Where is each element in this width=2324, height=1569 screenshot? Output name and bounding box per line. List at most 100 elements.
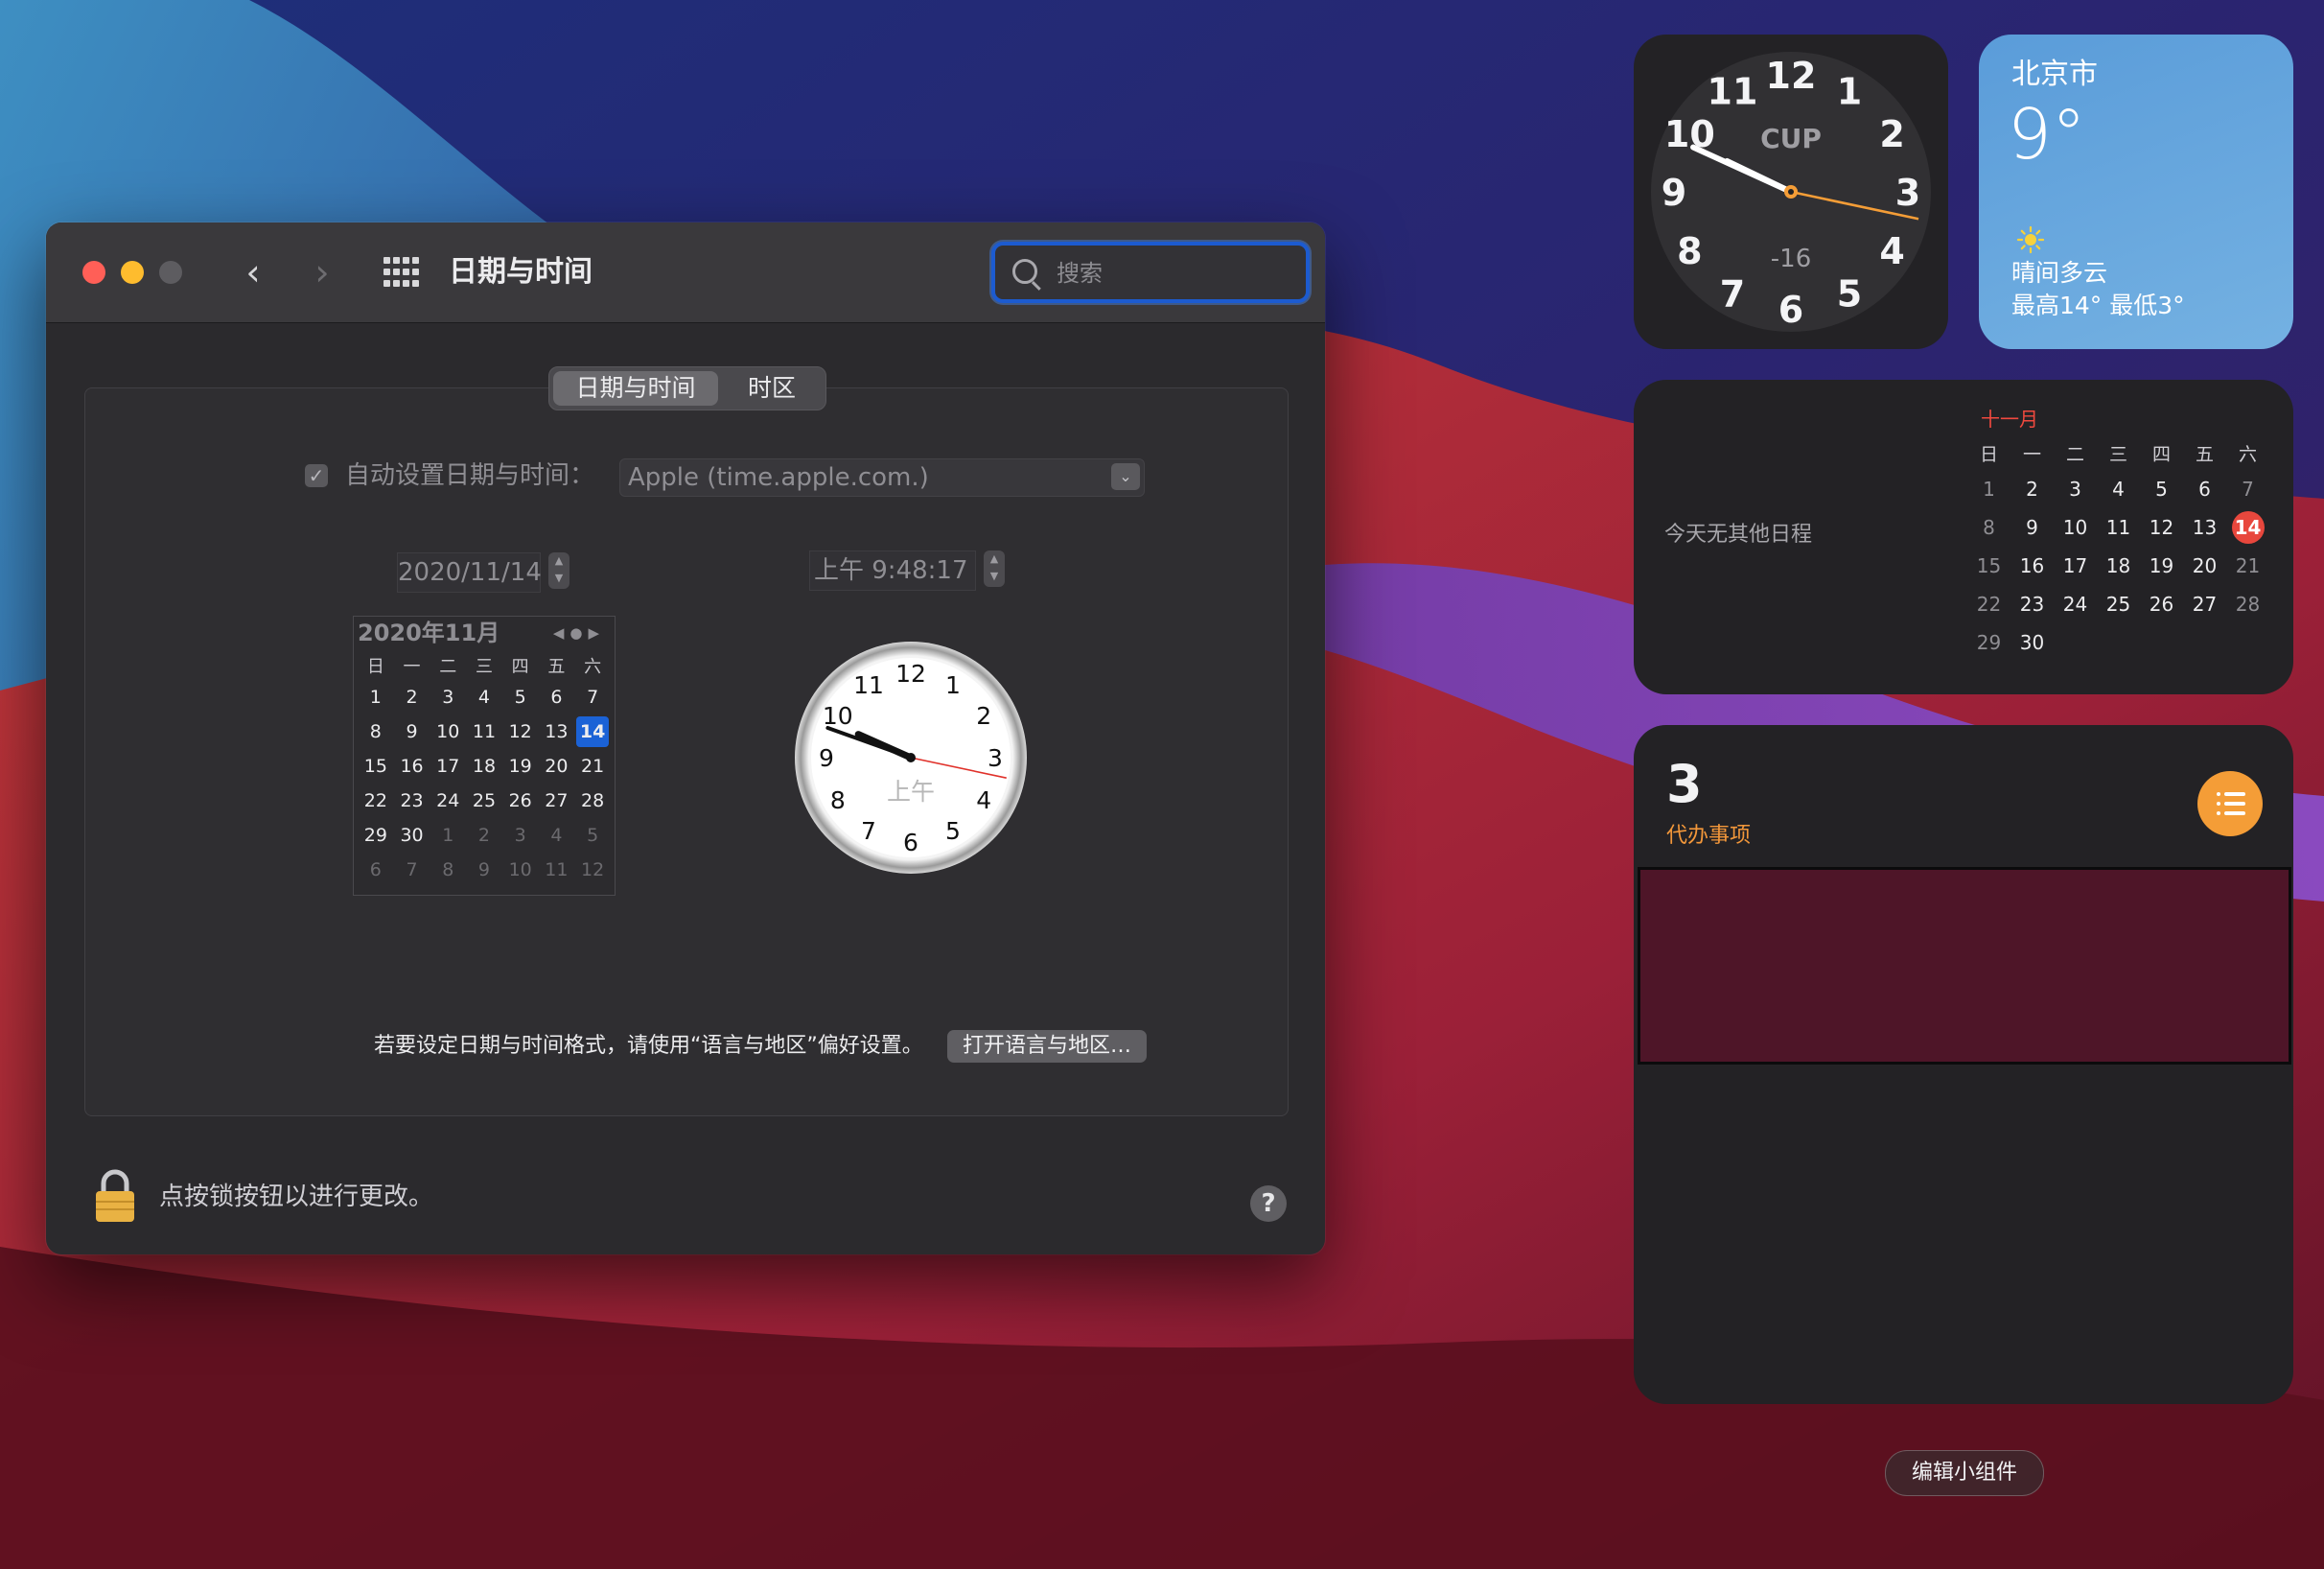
show-all-grid-icon[interactable] <box>383 257 419 288</box>
weather-widget[interactable]: 北京市 9° 晴间多云 最高14° 最低3° <box>1979 35 2293 349</box>
clock-widget[interactable]: 12 1 2 3 4 5 6 7 8 9 10 11 CUP -16 <box>1634 35 1948 349</box>
mini-calendar-day[interactable]: 4 <box>466 680 502 714</box>
forward-chevron-icon[interactable]: › <box>303 249 341 295</box>
mini-calendar-day[interactable]: 2 <box>466 818 502 853</box>
mini-calendar-day[interactable]: 10 <box>430 714 466 749</box>
widget-clock-number: 4 <box>1879 230 1904 272</box>
zoom-button[interactable] <box>159 261 182 284</box>
time-stepper[interactable]: ▲ ▼ <box>984 550 1005 587</box>
mini-calendar-day[interactable]: 29 <box>358 818 394 853</box>
mini-calendar-day[interactable]: 7 <box>574 680 611 714</box>
mini-calendar-day[interactable]: 28 <box>574 784 611 818</box>
day-number: 14 <box>576 716 610 747</box>
mini-calendar-day[interactable]: 13 <box>539 714 575 749</box>
mini-calendar-day[interactable]: 6 <box>358 853 394 887</box>
mini-calendar-day[interactable]: 30 <box>394 818 430 853</box>
mini-calendar-day[interactable]: 1 <box>358 680 394 714</box>
mini-calendar-nav[interactable]: ◀●▶ <box>553 617 605 649</box>
mini-calendar-day[interactable]: 5 <box>502 680 539 714</box>
mini-calendar-day[interactable]: 19 <box>502 749 539 784</box>
calendar-day: 22 <box>1967 585 2010 623</box>
time-field[interactable]: 上午 9:48:17 <box>809 550 976 591</box>
day-number: 10 <box>2062 516 2088 539</box>
tab-time-zone[interactable]: 时区 <box>722 367 822 410</box>
mini-calendar-day[interactable]: 22 <box>358 784 394 818</box>
mini-calendar-day[interactable]: 7 <box>394 853 430 887</box>
day-number: 27 <box>2192 593 2218 616</box>
calendar-day: 29 <box>1967 623 2010 662</box>
calendar-day: 19 <box>2140 547 2183 585</box>
day-number: 19 <box>2149 554 2174 577</box>
mini-calendar-day[interactable]: 9 <box>466 853 502 887</box>
clock-am-pm: 上午 <box>887 778 935 806</box>
mini-calendar-day[interactable]: 10 <box>502 853 539 887</box>
day-number: 24 <box>436 790 460 811</box>
mini-calendar-day[interactable]: 20 <box>539 749 575 784</box>
edit-widgets-button[interactable]: 编辑小组件 <box>1885 1450 2044 1496</box>
mini-calendar-day-selected[interactable]: 14 <box>574 714 611 749</box>
day-number: 1 <box>369 687 382 708</box>
lock-icon[interactable] <box>94 1168 136 1224</box>
mini-calendar-day[interactable]: 27 <box>539 784 575 818</box>
mini-calendar-day[interactable]: 18 <box>466 749 502 784</box>
mini-calendar-day[interactable]: 17 <box>430 749 466 784</box>
calendar-day: 17 <box>2054 547 2097 585</box>
mini-calendar-day[interactable]: 2 <box>394 680 430 714</box>
weekday-label: 一 <box>2022 443 2041 465</box>
mini-calendar-grid: 日一二三四五六 1 2 3 4 5 6 7 8 9 10 11 12 13 14 15 16 17 18 19 20 21… <box>358 651 611 887</box>
calendar-widget[interactable]: 今天无其他日程 十一月 日一二三四五六 1 2 3 4 5 6 7 8 9 10 11 12 13 14 15… <box>1634 380 2293 694</box>
calendar-day: 5 <box>2140 470 2183 508</box>
mini-calendar-day[interactable]: 25 <box>466 784 502 818</box>
mini-calendar-day[interactable]: 9 <box>394 714 430 749</box>
clock-number: 2 <box>976 702 991 730</box>
mini-calendar-day[interactable]: 26 <box>502 784 539 818</box>
calendar-day: 26 <box>2140 585 2183 623</box>
help-button[interactable]: ? <box>1250 1185 1287 1222</box>
time-value: 上午 9:48:17 <box>814 556 968 585</box>
weekday-label: 日 <box>366 657 384 677</box>
calendar-day: 6 <box>2183 470 2226 508</box>
mini-calendar-day[interactable]: 3 <box>502 818 539 853</box>
day-number: 29 <box>1976 631 2002 654</box>
mini-calendar-day[interactable]: 8 <box>430 853 466 887</box>
mini-calendar-day[interactable]: 5 <box>574 818 611 853</box>
mini-calendar-day[interactable]: 11 <box>539 853 575 887</box>
mini-calendar-day[interactable]: 23 <box>394 784 430 818</box>
mini-calendar-day[interactable]: 1 <box>430 818 466 853</box>
mini-calendar-day[interactable]: 4 <box>539 818 575 853</box>
mini-calendar-day[interactable]: 12 <box>574 853 611 887</box>
tab-date-time[interactable]: 日期与时间 <box>553 371 718 406</box>
mini-calendar-day[interactable]: 16 <box>394 749 430 784</box>
mini-calendar-day[interactable]: 8 <box>358 714 394 749</box>
minimize-button[interactable] <box>121 261 144 284</box>
time-server-select[interactable]: Apple (time.apple.com.) ⌄ <box>619 458 1145 497</box>
close-button[interactable] <box>82 261 105 284</box>
search-field[interactable] <box>991 242 1310 303</box>
day-number: 6 <box>550 687 563 708</box>
date-field[interactable]: 2020/11/14 <box>397 552 542 593</box>
analog-clock[interactable]: 12 12 3 45678 9 1011 上午 <box>794 641 1028 875</box>
mini-calendar-day[interactable]: 15 <box>358 749 394 784</box>
open-language-region-button[interactable]: 打开语言与地区… <box>947 1030 1147 1063</box>
day-number: 24 <box>2062 593 2088 616</box>
window-title: 日期与时间 <box>449 255 593 289</box>
back-chevron-icon[interactable]: ‹ <box>234 249 272 295</box>
day-number: 9 <box>477 859 490 880</box>
list-icon <box>2197 771 2263 836</box>
mini-calendar-day[interactable]: 12 <box>502 714 539 749</box>
calendar-widget-week: 22 23 24 25 26 27 28 <box>1967 585 2269 623</box>
calendar-day: 16 <box>2010 547 2054 585</box>
date-stepper[interactable]: ▲ ▼ <box>548 552 569 589</box>
mini-calendar-weekdays: 日一二三四五六 <box>358 651 611 680</box>
day-number: 5 <box>514 687 526 708</box>
mini-calendar-week: 15 16 17 18 19 20 21 <box>358 749 611 784</box>
mini-calendar-day[interactable]: 3 <box>430 680 466 714</box>
search-input[interactable] <box>1055 253 1289 293</box>
reminders-widget[interactable]: 3 代办事项 <box>1634 725 2293 1404</box>
mini-calendar-day[interactable]: 11 <box>466 714 502 749</box>
day-number: 30 <box>400 825 424 846</box>
mini-calendar-day[interactable]: 24 <box>430 784 466 818</box>
auto-set-checkbox[interactable]: ✓ <box>305 464 328 487</box>
mini-calendar-day[interactable]: 6 <box>539 680 575 714</box>
mini-calendar-day[interactable]: 21 <box>574 749 611 784</box>
